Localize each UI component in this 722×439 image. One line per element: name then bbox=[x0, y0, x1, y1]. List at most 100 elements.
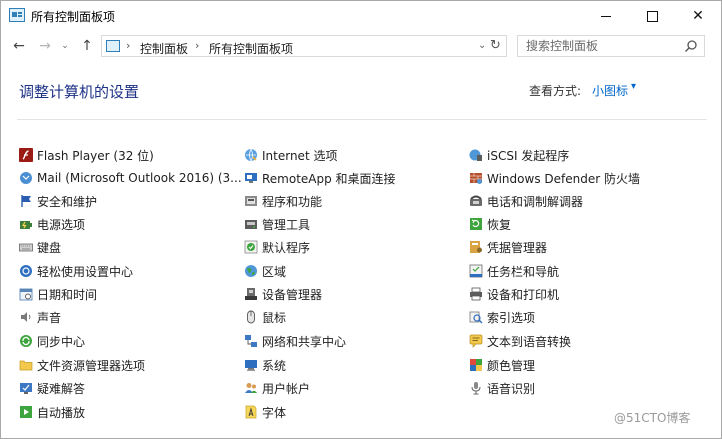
item-label: 颜色管理 bbox=[487, 358, 536, 373]
watermark: @51CTO博客 bbox=[614, 411, 691, 425]
cp-item-color-management[interactable]: 颜色管理 bbox=[469, 355, 535, 375]
cp-item-programs-features[interactable]: 程序和功能 bbox=[244, 191, 322, 211]
item-label: 自动播放 bbox=[37, 405, 86, 420]
cp-item-phone-modem[interactable]: 电话和调制解调器 bbox=[469, 191, 583, 211]
breadcrumb-separator[interactable]: › bbox=[195, 39, 199, 52]
view-by-dropdown[interactable]: 小图标 bbox=[592, 82, 628, 99]
cp-item-device-manager[interactable]: 设备管理器 bbox=[244, 284, 322, 304]
item-label: 程序和功能 bbox=[262, 194, 323, 209]
cp-item-indexing-options[interactable]: 索引选项 bbox=[469, 307, 535, 327]
minimize-button[interactable] bbox=[583, 1, 629, 31]
breadcrumb-all-items[interactable]: 所有控制面板项 bbox=[209, 40, 293, 57]
cp-item-date-time[interactable]: 日期和时间 bbox=[19, 284, 97, 304]
cp-item-default-programs[interactable]: 默认程序 bbox=[244, 237, 310, 257]
cp-item-security-maintenance[interactable]: 安全和维护 bbox=[19, 191, 97, 211]
divider bbox=[17, 119, 707, 120]
control-panel-icon bbox=[9, 8, 25, 22]
cp-item-region[interactable]: 区域 bbox=[244, 261, 286, 281]
title-bar[interactable]: 所有控制面板项 ✕ bbox=[1, 1, 721, 31]
address-dropdown-button[interactable]: ⌄ bbox=[478, 40, 486, 51]
firewall-icon bbox=[470, 173, 482, 184]
close-icon: ✕ bbox=[692, 8, 704, 24]
credentials-icon bbox=[470, 241, 482, 253]
search-input[interactable] bbox=[518, 36, 686, 56]
refresh-button[interactable]: ↻ bbox=[490, 38, 501, 53]
internet-icon bbox=[245, 148, 257, 162]
cp-item-network-sharing[interactable]: 网络和共享中心 bbox=[244, 331, 346, 351]
cp-item-taskbar-navigation[interactable]: 任务栏和导航 bbox=[469, 261, 559, 281]
cp-item-recovery[interactable]: 恢复 bbox=[469, 214, 511, 234]
maximize-button[interactable] bbox=[629, 1, 675, 31]
system-icon bbox=[245, 360, 257, 371]
search-icon[interactable] bbox=[684, 39, 698, 53]
default-programs-icon bbox=[244, 240, 258, 254]
search-box[interactable] bbox=[517, 35, 705, 57]
item-label: Internet 选项 bbox=[262, 148, 338, 163]
cp-item-remoteapp[interactable]: RemoteApp 和桌面连接 bbox=[244, 168, 396, 188]
maximize-icon bbox=[646, 10, 658, 22]
item-label: 安全和维护 bbox=[37, 194, 98, 209]
troubleshoot-icon bbox=[20, 383, 32, 394]
cp-item-power-options[interactable]: 电源选项 bbox=[19, 214, 85, 234]
item-label: 索引选项 bbox=[487, 310, 536, 325]
sync-icon bbox=[20, 335, 32, 347]
forward-button[interactable]: → bbox=[35, 37, 55, 55]
cp-item-text-to-speech[interactable]: 文本到语音转换 bbox=[469, 331, 571, 351]
flash-icon bbox=[19, 148, 33, 162]
recent-locations-button[interactable]: ⌄ bbox=[59, 37, 71, 55]
cp-item-troubleshooting[interactable]: 疑难解答 bbox=[19, 378, 85, 398]
cp-item-mouse[interactable]: 鼠标 bbox=[244, 307, 286, 327]
cp-item-keyboard[interactable]: 键盘 bbox=[19, 237, 61, 257]
cp-item-fonts[interactable]: 字体 bbox=[244, 402, 286, 422]
autoplay-icon bbox=[20, 406, 32, 418]
cp-item-system[interactable]: 系统 bbox=[244, 355, 286, 375]
item-label: 默认程序 bbox=[262, 240, 311, 255]
cp-item-administrative-tools[interactable]: 管理工具 bbox=[244, 214, 310, 234]
flag-icon bbox=[21, 195, 31, 207]
control-panel-icon bbox=[106, 40, 120, 52]
folder-icon bbox=[19, 360, 33, 371]
item-label: 任务栏和导航 bbox=[487, 264, 560, 279]
minimize-icon bbox=[601, 15, 611, 17]
breadcrumb-separator[interactable]: › bbox=[126, 39, 130, 52]
cp-item-internet-options[interactable]: Internet 选项 bbox=[244, 145, 337, 165]
cp-item-sync-center[interactable]: 同步中心 bbox=[19, 331, 85, 351]
breadcrumb-control-panel[interactable]: 控制面板 bbox=[140, 40, 188, 57]
cp-item-speech-recognition[interactable]: 语音识别 bbox=[469, 378, 535, 398]
cp-item-mail[interactable]: Mail (Microsoft Outlook 2016) (3... bbox=[19, 168, 242, 188]
back-button[interactable]: ← bbox=[9, 37, 29, 55]
cp-item-user-accounts[interactable]: 用户帐户 bbox=[244, 378, 310, 398]
chevron-down-icon[interactable]: ▾ bbox=[631, 81, 636, 92]
power-icon bbox=[20, 221, 32, 229]
speaker-icon bbox=[21, 312, 31, 322]
cp-item-credential-manager[interactable]: 凭据管理器 bbox=[469, 237, 547, 257]
item-label: 同步中心 bbox=[37, 334, 86, 349]
window-title: 所有控制面板项 bbox=[31, 10, 116, 24]
address-bar[interactable]: › 控制面板 › 所有控制面板项 ⌄ ↻ bbox=[101, 35, 507, 57]
cp-item-autoplay[interactable]: 自动播放 bbox=[19, 402, 85, 422]
item-label: 声音 bbox=[37, 310, 62, 325]
fonts-icon bbox=[245, 405, 257, 419]
item-label: 恢复 bbox=[487, 217, 512, 232]
cp-item-iscsi-initiator[interactable]: iSCSI 发起程序 bbox=[469, 145, 569, 165]
item-label: 字体 bbox=[262, 405, 287, 420]
cp-item-file-explorer-options[interactable]: 文件资源管理器选项 bbox=[19, 355, 145, 375]
color-management-icon bbox=[470, 359, 482, 371]
item-label: 文件资源管理器选项 bbox=[37, 358, 146, 373]
cp-item-flash-player[interactable]: Flash Player (32 位) bbox=[19, 145, 154, 165]
cp-item-devices-printers[interactable]: 设备和打印机 bbox=[469, 284, 559, 304]
close-button[interactable]: ✕ bbox=[675, 1, 721, 31]
text-to-speech-icon bbox=[469, 334, 483, 348]
item-label: 管理工具 bbox=[262, 217, 311, 232]
users-icon bbox=[245, 383, 257, 393]
mail-icon bbox=[20, 172, 32, 184]
cp-item-sound[interactable]: 声音 bbox=[19, 307, 61, 327]
view-by-label: 查看方式: bbox=[529, 84, 582, 98]
item-label: 鼠标 bbox=[262, 310, 287, 325]
cp-item-ease-of-access[interactable]: 轻松使用设置中心 bbox=[19, 261, 133, 281]
cp-item-windows-defender-firewall[interactable]: Windows Defender 防火墙 bbox=[469, 168, 640, 188]
up-button[interactable]: ↑ bbox=[77, 37, 97, 55]
control-panel-window: 所有控制面板项 ✕ ← → ⌄ ↑ › 控制面板 › 所有控制面板项 ⌄ ↻ 调… bbox=[0, 0, 722, 439]
indexing-icon bbox=[469, 311, 483, 324]
mouse-icon bbox=[247, 310, 255, 324]
